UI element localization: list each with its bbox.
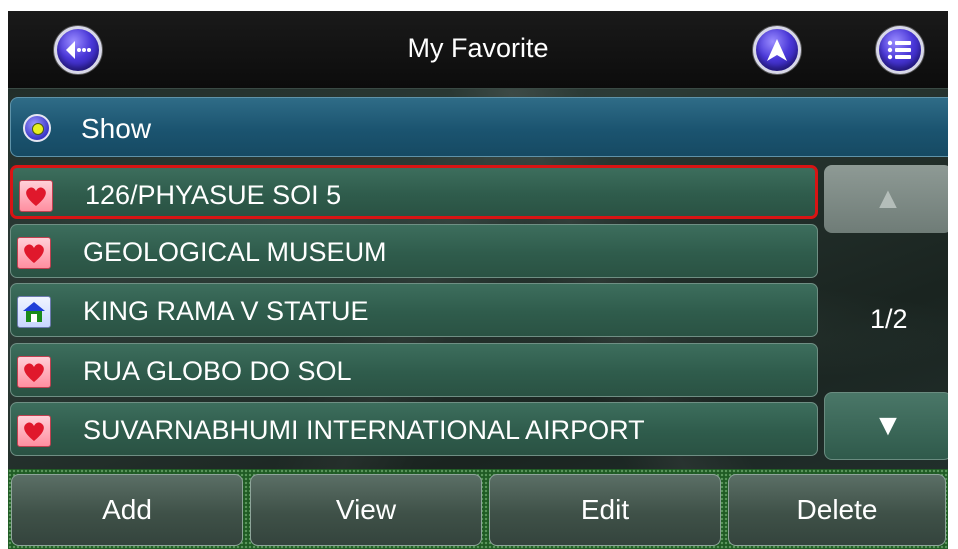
heart-icon xyxy=(17,356,51,388)
page-title: My Favorite xyxy=(407,33,549,63)
list-menu-icon xyxy=(887,40,911,60)
favorite-label: RUA GLOBO DO SOL xyxy=(83,356,352,386)
edit-button[interactable]: Edit xyxy=(489,474,721,546)
title-bar: My Favorite xyxy=(8,11,948,89)
menu-button[interactable] xyxy=(876,26,924,74)
heart-icon xyxy=(19,180,53,212)
show-toggle-row[interactable]: Show xyxy=(10,97,948,157)
heart-icon xyxy=(17,237,51,269)
action-bar: Add View Edit Delete xyxy=(8,469,948,549)
favorite-label: KING RAMA V STATUE xyxy=(83,296,369,326)
show-label: Show xyxy=(81,113,152,144)
app-window: My Favorite Show 126/PHYASUE SOI 5 GEOLO… xyxy=(8,11,948,549)
delete-button[interactable]: Delete xyxy=(728,474,946,546)
heart-icon xyxy=(17,415,51,447)
compass-arrow-icon xyxy=(767,39,787,61)
scroll-down-button[interactable]: ▼ xyxy=(824,392,948,460)
favorite-item[interactable]: GEOLOGICAL MUSEUM xyxy=(10,224,818,278)
favorite-item[interactable]: SUVARNABHUMI INTERNATIONAL AIRPORT xyxy=(10,402,818,456)
favorite-item[interactable]: RUA GLOBO DO SOL xyxy=(10,343,818,397)
favorite-label: SUVARNABHUMI INTERNATIONAL AIRPORT xyxy=(83,415,645,445)
favorite-label: 126/PHYASUE SOI 5 xyxy=(85,180,342,210)
favorite-label: GEOLOGICAL MUSEUM xyxy=(83,237,387,267)
up-arrow-icon: ▲ xyxy=(873,182,903,215)
view-button[interactable]: View xyxy=(250,474,482,546)
add-button[interactable]: Add xyxy=(11,474,243,546)
page-indicator: 1/2 xyxy=(870,304,908,334)
home-icon xyxy=(17,296,51,328)
favorite-item[interactable]: KING RAMA V STATUE xyxy=(10,283,818,337)
navigate-button[interactable] xyxy=(753,26,801,74)
scroll-up-button[interactable]: ▲ xyxy=(824,165,948,233)
radio-button-icon[interactable] xyxy=(23,114,51,142)
favorite-item[interactable]: 126/PHYASUE SOI 5 xyxy=(10,165,818,219)
down-arrow-icon: ▼ xyxy=(873,409,903,442)
